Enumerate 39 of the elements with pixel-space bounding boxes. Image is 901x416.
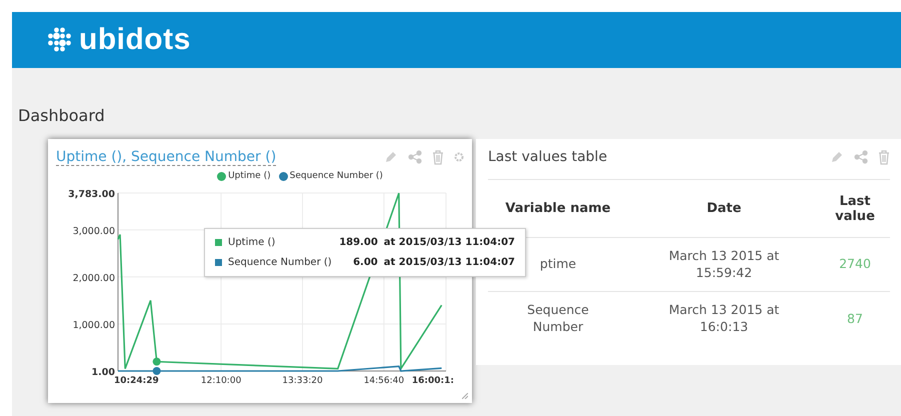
x-tick-label: 10:24:29: [114, 376, 159, 386]
edit-icon[interactable]: [830, 150, 844, 164]
y-tick-label: 1.00: [92, 367, 115, 378]
tooltip-time: at 2015/03/13 11:04:07: [384, 237, 515, 248]
y-tick-label: 3,783.00: [68, 189, 115, 200]
tooltip-label: Sequence Number (): [228, 257, 332, 268]
legend-item[interactable]: Uptime (): [217, 171, 271, 181]
tooltip-label: Uptime (): [228, 237, 276, 248]
page-title: Dashboard: [18, 106, 106, 125]
column-header: Last value: [820, 180, 890, 238]
settings-icon[interactable]: [454, 152, 464, 162]
y-tick-label: 3,000.00: [72, 226, 115, 237]
trash-icon[interactable]: [432, 150, 444, 164]
hover-point: [152, 358, 161, 366]
table-cell-text: Sequence Number: [526, 301, 590, 336]
trash-icon[interactable]: [878, 150, 890, 164]
y-tick-label: 1,000.00: [72, 320, 115, 331]
tooltip-value: 6.00: [352, 257, 378, 268]
share-icon[interactable]: [854, 150, 868, 164]
table-cell: 2740: [820, 238, 890, 292]
tooltip-value: 189.00: [338, 237, 378, 248]
x-tick-label: 16:00:1:: [412, 376, 454, 386]
resize-handle-icon[interactable]: [462, 393, 468, 399]
table-cell-text: 87: [846, 310, 864, 328]
table-cell-text: March 13 2015 at 16:0:13: [668, 301, 780, 336]
table-cell: March 13 2015 at 15:59:42: [628, 238, 820, 292]
tooltip-time: at 2015/03/13 11:04:07: [384, 257, 515, 268]
logo-icon: [46, 27, 73, 53]
x-tick-label: 14:56:40: [364, 376, 404, 386]
legend-item[interactable]: Sequence Number (): [278, 171, 383, 181]
widget-title: Last values table: [488, 149, 608, 165]
y-tick-label: 2,000.00: [72, 272, 115, 284]
column-header: Date: [628, 180, 820, 238]
column-header: Variable name: [488, 180, 628, 238]
share-icon[interactable]: [408, 150, 422, 164]
x-tick-label: 13:33:20: [282, 376, 323, 386]
edit-icon[interactable]: [384, 150, 398, 164]
logo-text: ubidots: [79, 23, 191, 57]
x-tick-label: 12:10:00: [200, 376, 242, 386]
